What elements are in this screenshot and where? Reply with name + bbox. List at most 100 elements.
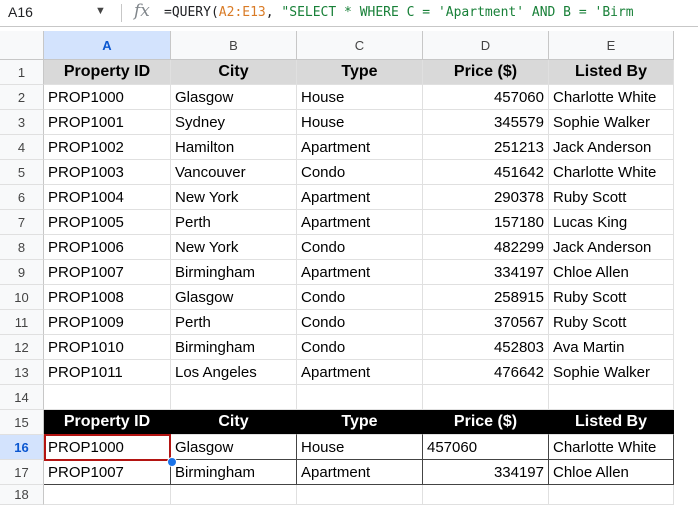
table-cell[interactable]: 457060: [423, 85, 549, 110]
table-cell[interactable]: Birmingham: [171, 335, 297, 360]
table-cell[interactable]: 290378: [423, 185, 549, 210]
table-cell[interactable]: Condo: [297, 160, 423, 185]
table-cell[interactable]: PROP1007: [44, 260, 171, 285]
row-header-11[interactable]: 11: [0, 310, 44, 335]
table-cell[interactable]: Birmingham: [171, 260, 297, 285]
formula-input[interactable]: =QUERY(A2:E13, "SELECT * WHERE C = 'Apar…: [164, 5, 634, 20]
table-cell[interactable]: Glasgow: [171, 85, 297, 110]
table-cell[interactable]: PROP1010: [44, 335, 171, 360]
column-header-c[interactable]: C: [297, 31, 423, 60]
table-cell[interactable]: Apartment: [297, 185, 423, 210]
empty-cell[interactable]: [171, 485, 297, 505]
table-header-cell[interactable]: Listed By: [549, 60, 674, 85]
row-header-3[interactable]: 3: [0, 110, 44, 135]
result-cell[interactable]: 457060: [423, 435, 549, 460]
row-header-8[interactable]: 8: [0, 235, 44, 260]
row-header-1[interactable]: 1: [0, 60, 44, 85]
row-header-16[interactable]: 16: [0, 435, 44, 460]
table-cell[interactable]: 370567: [423, 310, 549, 335]
empty-cell[interactable]: [297, 385, 423, 410]
table-cell[interactable]: 251213: [423, 135, 549, 160]
table-cell[interactable]: 258915: [423, 285, 549, 310]
table-cell[interactable]: PROP1001: [44, 110, 171, 135]
table-cell[interactable]: Chloe Allen: [549, 260, 674, 285]
empty-cell[interactable]: [297, 485, 423, 505]
table-cell[interactable]: Charlotte White: [549, 85, 674, 110]
table-cell[interactable]: Jack Anderson: [549, 235, 674, 260]
table-cell[interactable]: 452803: [423, 335, 549, 360]
table-cell[interactable]: PROP1008: [44, 285, 171, 310]
table-cell[interactable]: 345579: [423, 110, 549, 135]
table-cell[interactable]: Sophie Walker: [549, 360, 674, 385]
table-cell[interactable]: Perth: [171, 210, 297, 235]
column-header-e[interactable]: E: [549, 31, 674, 60]
table-cell[interactable]: New York: [171, 185, 297, 210]
table-cell[interactable]: 476642: [423, 360, 549, 385]
table-cell[interactable]: Apartment: [297, 210, 423, 235]
row-header-12[interactable]: 12: [0, 335, 44, 360]
empty-cell[interactable]: [423, 385, 549, 410]
table-cell[interactable]: House: [297, 110, 423, 135]
table-cell[interactable]: House: [297, 85, 423, 110]
table-cell[interactable]: Ruby Scott: [549, 310, 674, 335]
column-header-b[interactable]: B: [171, 31, 297, 60]
table-cell[interactable]: Condo: [297, 285, 423, 310]
table-cell[interactable]: 157180: [423, 210, 549, 235]
column-header-a[interactable]: A: [44, 31, 171, 60]
table-cell[interactable]: PROP1011: [44, 360, 171, 385]
row-header-17[interactable]: 17: [0, 460, 44, 485]
table-cell[interactable]: Apartment: [297, 360, 423, 385]
table-cell[interactable]: PROP1004: [44, 185, 171, 210]
table-cell[interactable]: PROP1005: [44, 210, 171, 235]
result-cell[interactable]: Chloe Allen: [549, 460, 674, 485]
table-cell[interactable]: Jack Anderson: [549, 135, 674, 160]
column-header-d[interactable]: D: [423, 31, 549, 60]
table-header-cell[interactable]: Price ($): [423, 60, 549, 85]
result-header-cell[interactable]: Property ID: [44, 410, 171, 435]
result-cell[interactable]: House: [297, 435, 423, 460]
table-cell[interactable]: Hamilton: [171, 135, 297, 160]
row-header-18[interactable]: 18: [0, 485, 44, 505]
result-header-cell[interactable]: City: [171, 410, 297, 435]
name-box[interactable]: A16: [8, 4, 33, 20]
result-header-cell[interactable]: Listed By: [549, 410, 674, 435]
table-header-cell[interactable]: City: [171, 60, 297, 85]
row-header-13[interactable]: 13: [0, 360, 44, 385]
table-cell[interactable]: PROP1002: [44, 135, 171, 160]
result-cell[interactable]: Apartment: [297, 460, 423, 485]
table-cell[interactable]: 334197: [423, 260, 549, 285]
table-cell[interactable]: Condo: [297, 235, 423, 260]
table-cell[interactable]: Ruby Scott: [549, 185, 674, 210]
table-cell[interactable]: Perth: [171, 310, 297, 335]
row-header-6[interactable]: 6: [0, 185, 44, 210]
table-cell[interactable]: New York: [171, 235, 297, 260]
row-header-2[interactable]: 2: [0, 85, 44, 110]
select-all-corner[interactable]: [0, 31, 44, 60]
row-header-14[interactable]: 14: [0, 385, 44, 410]
row-header-7[interactable]: 7: [0, 210, 44, 235]
empty-cell[interactable]: [549, 385, 674, 410]
table-cell[interactable]: Sophie Walker: [549, 110, 674, 135]
chevron-down-icon[interactable]: ▼: [95, 5, 106, 17]
row-header-9[interactable]: 9: [0, 260, 44, 285]
empty-cell[interactable]: [423, 485, 549, 505]
row-header-4[interactable]: 4: [0, 135, 44, 160]
table-cell[interactable]: Sydney: [171, 110, 297, 135]
table-cell[interactable]: Ava Martin: [549, 335, 674, 360]
empty-cell[interactable]: [171, 385, 297, 410]
table-header-cell[interactable]: Property ID: [44, 60, 171, 85]
empty-cell[interactable]: [44, 385, 171, 410]
table-cell[interactable]: Lucas King: [549, 210, 674, 235]
table-header-cell[interactable]: Type: [297, 60, 423, 85]
result-cell[interactable]: PROP1007: [44, 460, 171, 485]
row-header-5[interactable]: 5: [0, 160, 44, 185]
table-cell[interactable]: Apartment: [297, 260, 423, 285]
table-cell[interactable]: PROP1006: [44, 235, 171, 260]
result-cell[interactable]: 334197: [423, 460, 549, 485]
table-cell[interactable]: PROP1003: [44, 160, 171, 185]
table-cell[interactable]: Apartment: [297, 135, 423, 160]
table-cell[interactable]: Vancouver: [171, 160, 297, 185]
result-cell[interactable]: Birmingham: [171, 460, 297, 485]
table-cell[interactable]: Glasgow: [171, 285, 297, 310]
fill-handle[interactable]: [167, 457, 177, 467]
